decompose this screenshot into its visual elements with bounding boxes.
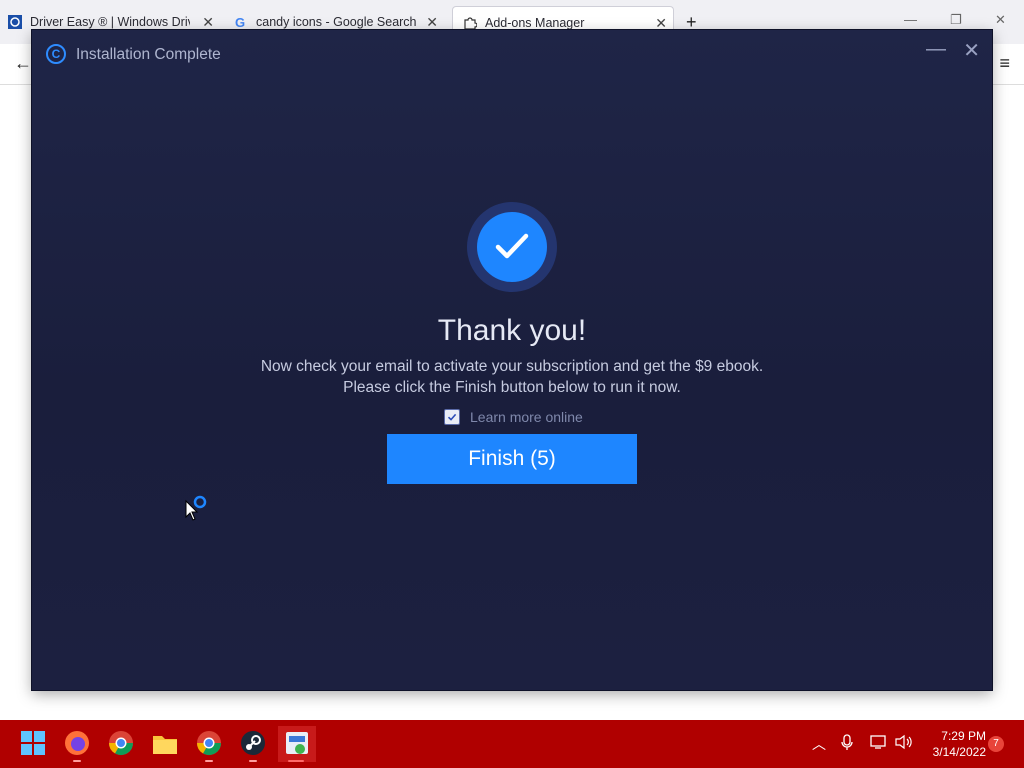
clock-time: 7:29 PM	[941, 729, 986, 743]
dialog-title: Installation Complete	[76, 46, 221, 63]
minimize-dialog-icon[interactable]: —	[926, 38, 946, 61]
notification-badge[interactable]: 7	[988, 736, 1004, 752]
close-tab-icon[interactable]: ✕	[426, 14, 438, 31]
network-icon[interactable]	[870, 734, 888, 753]
learn-more-checkbox[interactable]	[444, 409, 460, 425]
finish-button[interactable]: Finish (5)	[387, 434, 637, 484]
google-favicon: G	[234, 15, 248, 29]
running-indicator	[205, 760, 213, 762]
show-hidden-icons-chevron-icon[interactable]: ︿	[812, 734, 826, 754]
installation-complete-dialog: C Installation Complete — ✕ Thank you! N…	[32, 30, 992, 690]
close-tab-icon[interactable]: ✕	[202, 14, 214, 31]
chrome-icon[interactable]	[108, 730, 134, 756]
driver-easy-favicon	[8, 15, 22, 29]
tab-title: Add-ons Manager	[485, 16, 585, 30]
microphone-icon[interactable]	[840, 734, 854, 755]
firefox-icon[interactable]	[64, 730, 90, 756]
tab-title: candy icons - Google Search	[256, 15, 416, 29]
system-clock[interactable]: 7:29 PM 3/14/2022	[914, 728, 986, 760]
email-instruction-text: Now check your email to activate your su…	[260, 358, 764, 375]
running-indicator	[73, 760, 81, 762]
restore-window-icon[interactable]: ❐	[950, 12, 962, 28]
success-checkmark-icon	[477, 212, 547, 282]
volume-icon[interactable]	[895, 734, 913, 753]
tab-title: Driver Easy ® | Windows Driver	[30, 15, 190, 29]
close-window-icon[interactable]: ✕	[995, 12, 1006, 28]
file-explorer-icon[interactable]	[152, 730, 178, 756]
puzzle-piece-icon	[463, 16, 477, 30]
close-dialog-icon[interactable]: ✕	[963, 38, 980, 63]
steam-icon[interactable]	[240, 730, 266, 756]
app-logo-icon: C	[46, 44, 66, 64]
learn-more-option[interactable]: Learn more online	[444, 408, 583, 426]
windows-start-icon[interactable]	[20, 730, 46, 756]
thank-you-heading: Thank you!	[437, 314, 587, 347]
svg-text:G: G	[235, 15, 245, 29]
clock-date: 3/14/2022	[932, 745, 986, 759]
chrome-icon[interactable]	[196, 730, 222, 756]
busy-cursor-icon	[185, 495, 211, 528]
learn-more-label: Learn more online	[470, 409, 583, 425]
driver-easy-installer-icon[interactable]	[278, 726, 316, 762]
finish-instruction-text: Please click the Finish button below to …	[343, 379, 681, 396]
active-indicator	[288, 760, 304, 762]
running-indicator	[249, 760, 257, 762]
hamburger-menu-icon[interactable]: ≡	[999, 53, 1010, 74]
minimize-window-icon[interactable]: —	[904, 12, 917, 27]
back-arrow-icon[interactable]: ←	[14, 53, 32, 74]
taskbar: ︿ 7:29 PM 3/14/2022	[0, 720, 1024, 768]
